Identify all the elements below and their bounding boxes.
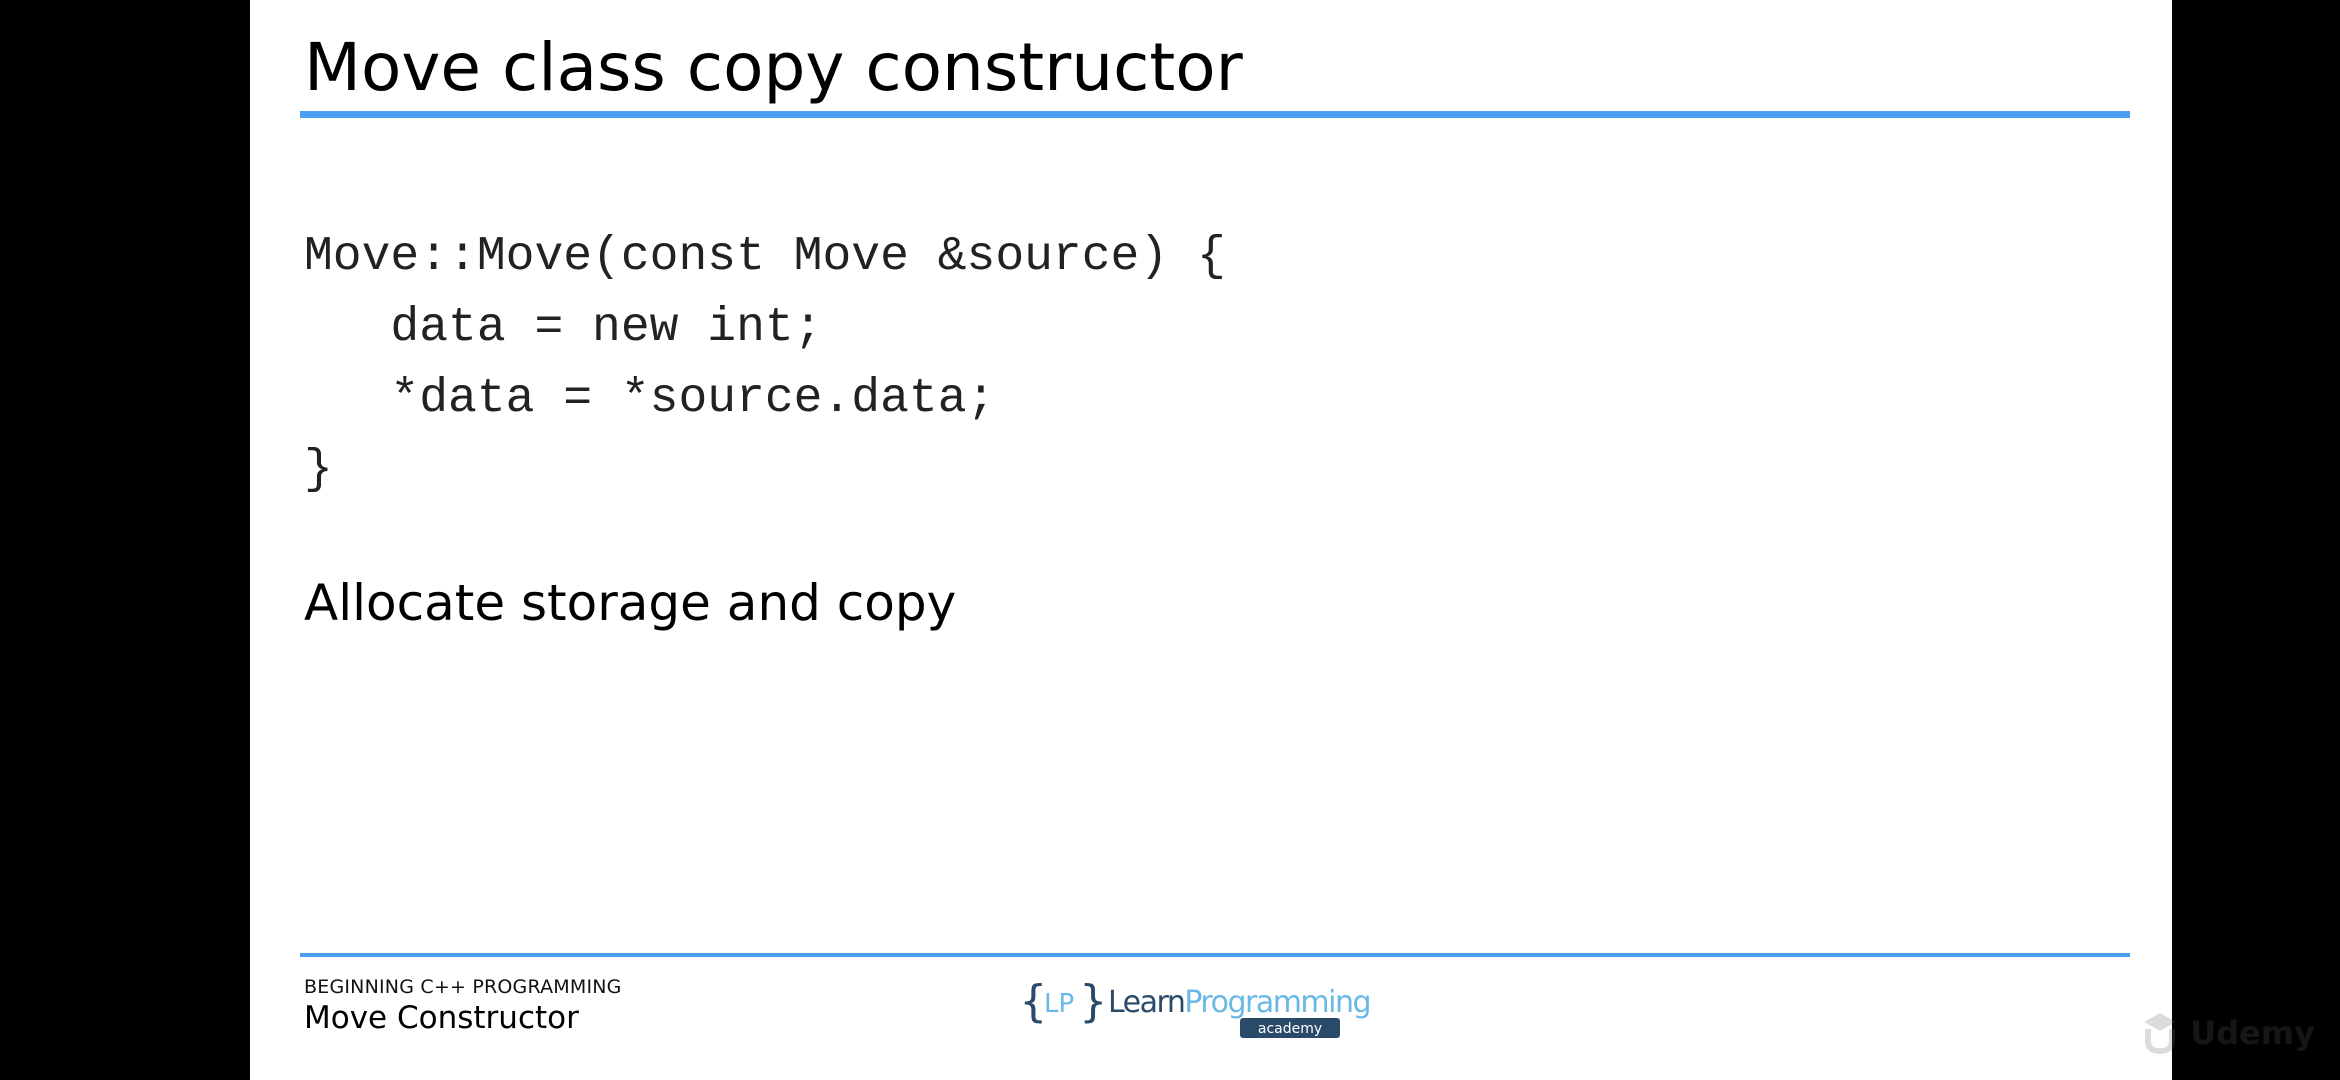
slide-body-text: Allocate storage and copy — [304, 574, 957, 632]
udemy-watermark-text: Udemy — [2190, 1014, 2315, 1052]
title-divider — [300, 111, 2130, 118]
slide-title: Move class copy constructor — [304, 29, 1243, 106]
svg-text:LearnProgramming: LearnProgramming — [1108, 985, 1370, 1020]
svg-text:LP: LP — [1044, 989, 1074, 1019]
udemy-logo-icon — [2144, 1013, 2177, 1055]
learnprogramming-logo: { LP } LearnProgramming academy — [1020, 972, 1380, 1042]
svg-text:}: } — [1080, 976, 1107, 1027]
footer-course-name: BEGINNING C++ PROGRAMMING — [304, 976, 622, 998]
code-block: Move::Move(const Move &source) { data = … — [304, 222, 1226, 506]
code-line: *data = *source.data; — [304, 372, 996, 426]
video-screen: Move class copy constructor Move::Move(c… — [0, 0, 2340, 1080]
lecture-slide: Move class copy constructor Move::Move(c… — [250, 0, 2172, 1080]
svg-text:academy: academy — [1258, 1021, 1322, 1037]
footer-divider — [300, 953, 2130, 957]
svg-text:{: { — [1020, 976, 1047, 1027]
footer-topic: Move Constructor — [304, 1000, 579, 1036]
code-line: Move::Move(const Move &source) { — [304, 230, 1226, 284]
code-line: data = new int; — [304, 301, 823, 355]
udemy-watermark: Udemy — [2140, 1008, 2315, 1058]
code-line: } — [304, 443, 333, 497]
